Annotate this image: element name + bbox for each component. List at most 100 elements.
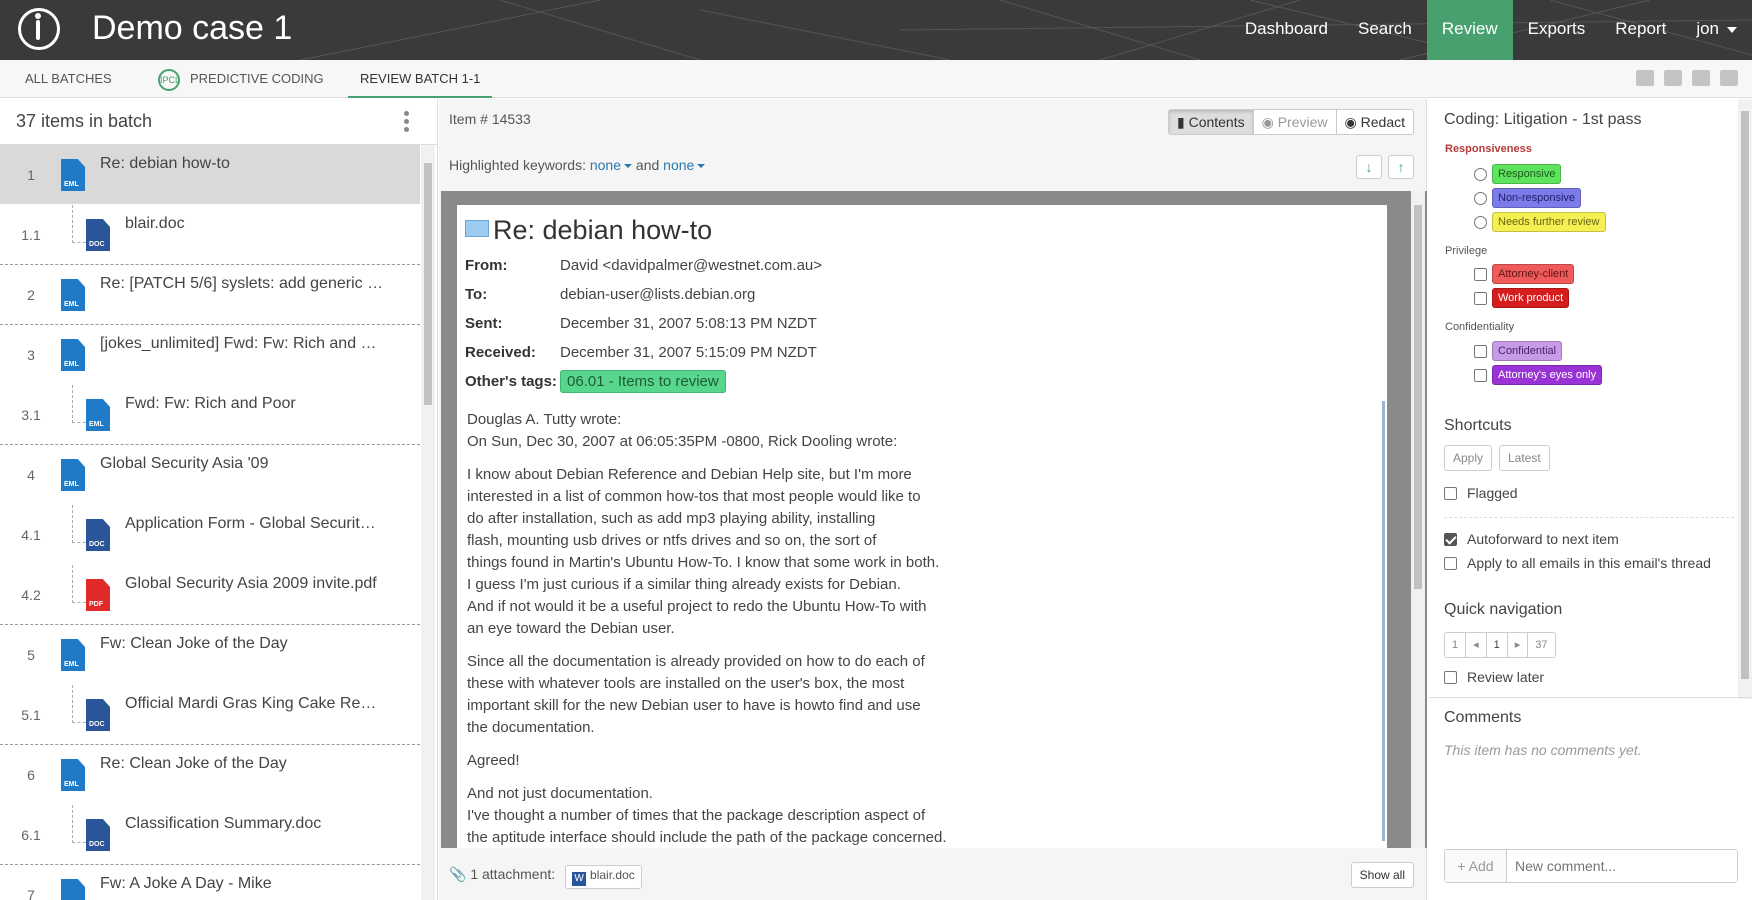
tree-connector — [72, 565, 86, 603]
checkbox-work-product[interactable] — [1474, 291, 1487, 305]
checkbox-attorneys-eyes-only[interactable] — [1474, 368, 1487, 382]
mail-icon[interactable] — [1664, 70, 1682, 86]
batch-scrollbar[interactable] — [421, 145, 435, 900]
option-confidential[interactable]: Confidential — [1474, 341, 1563, 361]
pill-work-product[interactable]: Work product — [1492, 288, 1570, 308]
autoforward-option[interactable]: Autoforward to next item — [1444, 531, 1619, 547]
row-label[interactable]: [jokes_unlimited] Fwd: Fw: Rich and Poor — [100, 335, 385, 353]
pill-non-responsive[interactable]: Non-responsive — [1492, 188, 1582, 208]
batch-row[interactable]: 4.1 DOC Application Form - Global Security… — [0, 505, 420, 565]
next-hit-arrow-down-icon[interactable]: ↓ — [1356, 155, 1382, 179]
pill-attorneys-eyes-only[interactable]: Attorney's eyes only — [1492, 365, 1603, 385]
row-label[interactable]: Re: [PATCH 5/6] syslets: add generic com… — [100, 275, 385, 293]
keyword-select-b[interactable]: none — [663, 157, 706, 173]
batch-row[interactable]: 6 EML Re: Clean Joke of the Day — [0, 745, 420, 805]
batch-row[interactable]: 5.1 DOC Official Mardi Gras King Cake Reci… — [0, 685, 420, 745]
tab-predictive-coding[interactable]: ipcl PREDICTIVE CODING — [146, 60, 336, 98]
radio-non-responsive[interactable] — [1474, 191, 1487, 205]
latest-button[interactable]: Latest — [1499, 445, 1550, 471]
document-scrollbar[interactable] — [1411, 191, 1425, 848]
apply-button[interactable]: Apply — [1444, 445, 1493, 471]
checkbox-confidential[interactable] — [1474, 344, 1487, 358]
contents-button[interactable]: ▮ Contents — [1168, 110, 1253, 134]
row-label[interactable]: Global Security Asia '09 — [100, 455, 385, 473]
apply-thread-option[interactable]: Apply to all emails in this email's thre… — [1444, 555, 1711, 571]
batch-row[interactable]: 4.2 PDF Global Security Asia 2009 invite.p… — [0, 565, 420, 625]
nav-search[interactable]: Search — [1343, 0, 1427, 60]
batch-row[interactable]: 4 EML Global Security Asia '09 — [0, 445, 420, 505]
row-label[interactable]: Official Mardi Gras King Cake Recipe.doc — [125, 695, 380, 713]
nav-exports[interactable]: Exports — [1513, 0, 1601, 60]
last-page-button[interactable]: 37 — [1527, 633, 1554, 657]
radio-responsive[interactable] — [1474, 167, 1487, 181]
preview-button[interactable]: ◉ Preview — [1252, 110, 1336, 134]
prev-hit-arrow-up-icon[interactable]: ↑ — [1388, 155, 1414, 179]
add-comment-button[interactable]: + Add — [1445, 850, 1507, 882]
batch-row[interactable]: 1.1 DOC blair.doc — [0, 205, 420, 265]
review-later-option[interactable]: Review later — [1444, 669, 1544, 685]
checkbox-attorney-client[interactable] — [1474, 267, 1487, 281]
tab-all-batches[interactable]: ALL BATCHES — [13, 60, 124, 98]
batch-row[interactable]: 6.1 DOC Classification Summary.doc — [0, 805, 420, 865]
checkbox-autoforward[interactable] — [1444, 532, 1457, 546]
batch-row[interactable]: 5 EML Fw: Clean Joke of the Day — [0, 625, 420, 685]
checkbox-review-later[interactable] — [1444, 670, 1457, 684]
app-logo[interactable] — [18, 8, 60, 50]
row-number: 2 — [27, 287, 35, 303]
kebab-menu-icon[interactable] — [404, 111, 410, 133]
file-type-label: EML — [64, 781, 79, 788]
option-work-product[interactable]: Work product — [1474, 288, 1570, 308]
batch-row[interactable]: 3 EML [jokes_unlimited] Fwd: Fw: Rich and … — [0, 325, 420, 385]
nav-dashboard[interactable]: Dashboard — [1230, 0, 1343, 60]
row-number: 4.2 — [21, 587, 41, 603]
option-attorney-client[interactable]: Attorney-client — [1474, 264, 1575, 284]
pill-needs-review[interactable]: Needs further review — [1492, 212, 1606, 232]
show-all-button[interactable]: Show all — [1350, 862, 1414, 888]
batch-row[interactable]: 2 EML Re: [PATCH 5/6] syslets: add generic… — [0, 265, 420, 325]
option-non-responsive[interactable]: Non-responsive — [1474, 188, 1582, 208]
option-needs-review[interactable]: Needs further review — [1474, 212, 1606, 232]
flagged-option[interactable]: Flagged — [1444, 485, 1518, 501]
prev-arrow-icon[interactable]: ◂ — [1465, 633, 1486, 657]
list-icon[interactable] — [1636, 70, 1654, 86]
comment-input[interactable] — [1507, 850, 1737, 882]
pill-attorney-client[interactable]: Attorney-client — [1492, 264, 1575, 284]
row-label[interactable]: Classification Summary.doc — [125, 815, 380, 833]
row-label[interactable]: Fw: A Joke A Day - Mike — [100, 875, 385, 893]
attachment-chip[interactable]: Wblair.doc — [565, 865, 642, 889]
next-arrow-icon[interactable]: ▸ — [1506, 633, 1528, 657]
keyword-select-a[interactable]: none — [590, 157, 633, 173]
tree-connector — [72, 205, 86, 243]
radio-needs-review[interactable] — [1474, 215, 1487, 229]
row-label[interactable]: Global Security Asia 2009 invite.pdf — [125, 575, 380, 593]
batch-row[interactable]: 7 EML Fw: A Joke A Day - Mike — [0, 865, 420, 900]
gear-icon[interactable] — [1720, 70, 1738, 86]
row-label[interactable]: Re: Clean Joke of the Day — [100, 755, 385, 773]
checkbox-apply-thread[interactable] — [1444, 556, 1457, 570]
row-label[interactable]: Re: debian how-to — [100, 155, 385, 173]
checkbox-flagged[interactable] — [1444, 486, 1457, 500]
batch-row[interactable]: 1 EML Re: debian how-to — [0, 145, 420, 205]
first-page-button[interactable]: 1 — [1445, 633, 1465, 657]
row-label[interactable]: blair.doc — [125, 215, 380, 233]
option-responsive[interactable]: Responsive — [1474, 164, 1562, 184]
coding-scrollbar[interactable] — [1738, 99, 1752, 699]
row-label[interactable]: Application Form - Global Security Asia … — [125, 515, 380, 533]
bell-icon[interactable] — [1692, 70, 1710, 86]
eml-file-icon: EML — [86, 399, 110, 431]
batch-row[interactable]: 3.1 EML Fwd: Fw: Rich and Poor — [0, 385, 420, 445]
pill-confidential[interactable]: Confidential — [1492, 341, 1563, 361]
current-page[interactable]: 1 — [1485, 633, 1507, 657]
body-line: do after installation, such as add mp3 p… — [467, 510, 876, 527]
row-label[interactable]: Fw: Clean Joke of the Day — [100, 635, 385, 653]
nav-review[interactable]: Review — [1426, 0, 1513, 60]
attachment-count: 1 attachment: — [470, 866, 556, 882]
pill-responsive[interactable]: Responsive — [1492, 164, 1562, 184]
user-menu[interactable]: jon — [1681, 0, 1752, 60]
row-label[interactable]: Fwd: Fw: Rich and Poor — [125, 395, 380, 413]
nav-report[interactable]: Report — [1600, 0, 1681, 60]
envelope-icon — [465, 220, 489, 237]
option-attorneys-eyes-only[interactable]: Attorney's eyes only — [1474, 365, 1603, 385]
redact-button[interactable]: ◉ Redact — [1335, 110, 1413, 134]
tab-review-batch[interactable]: REVIEW BATCH 1-1 — [348, 60, 493, 98]
